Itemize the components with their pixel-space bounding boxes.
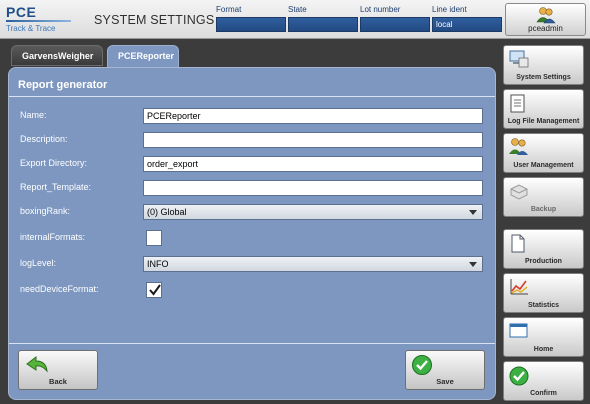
header-bar: PCE Track & Trace SYSTEM SETTINGS Format… bbox=[0, 0, 590, 39]
back-button[interactable]: Back bbox=[18, 350, 98, 390]
format-field: Format bbox=[216, 5, 286, 35]
user-name: pceadmin bbox=[528, 24, 563, 33]
section-title: Report generator bbox=[18, 79, 108, 91]
sidebar-label: Home bbox=[533, 346, 554, 353]
checkmark-icon bbox=[149, 284, 161, 296]
name-row: Name: PCEReporter bbox=[9, 108, 495, 124]
boxing-rank-row: boxingRank: (0) Global bbox=[9, 204, 495, 220]
state-value bbox=[288, 17, 358, 32]
check-icon bbox=[412, 355, 432, 375]
sidebar-label: Backup bbox=[530, 206, 557, 213]
internal-formats-checkbox[interactable] bbox=[146, 230, 162, 246]
export-directory-input[interactable]: order_export bbox=[143, 156, 483, 172]
description-row: Description: bbox=[9, 132, 495, 148]
state-field: State bbox=[288, 5, 358, 35]
report-template-input[interactable] bbox=[143, 180, 483, 196]
users-icon bbox=[535, 7, 556, 24]
description-input[interactable] bbox=[143, 132, 483, 148]
line-ident-label: Line ident bbox=[432, 5, 467, 14]
name-input[interactable]: PCEReporter bbox=[143, 108, 483, 124]
back-label: Back bbox=[49, 377, 67, 386]
backup-icon bbox=[510, 184, 528, 200]
footer-divider bbox=[9, 343, 495, 344]
page-title: SYSTEM SETTINGS bbox=[94, 13, 215, 27]
sidebar-user-management[interactable]: User Management bbox=[503, 133, 584, 173]
save-button[interactable]: Save bbox=[405, 350, 485, 390]
format-label: Format bbox=[216, 5, 242, 14]
boxing-rank-label: boxingRank: bbox=[20, 206, 71, 216]
sidebar-label: Confirm bbox=[530, 390, 557, 397]
user-button[interactable]: pceadmin bbox=[505, 3, 586, 36]
sidebar-production[interactable]: Production bbox=[503, 229, 584, 269]
need-device-format-checkbox[interactable] bbox=[146, 282, 162, 298]
line-ident-value: local bbox=[432, 17, 502, 32]
home-window-icon bbox=[509, 323, 528, 338]
log-level-select[interactable]: INFO bbox=[143, 256, 483, 272]
lot-number-field: Lot number bbox=[360, 5, 430, 35]
sidebar-statistics[interactable]: Statistics bbox=[503, 273, 584, 313]
internal-formats-label: internalFormats: bbox=[20, 232, 86, 242]
section-divider bbox=[9, 96, 495, 97]
sidebar-label: Log File Management bbox=[507, 118, 580, 125]
log-level-row: logLevel: INFO bbox=[9, 256, 495, 272]
chevron-down-icon bbox=[469, 210, 477, 215]
log-level-value: INFO bbox=[147, 259, 169, 269]
save-label: Save bbox=[436, 377, 454, 386]
need-device-format-label: needDeviceFormat: bbox=[20, 284, 99, 294]
logo-title: PCE bbox=[6, 4, 37, 20]
report-generator-panel: Report generator Name: PCEReporter Descr… bbox=[8, 67, 496, 400]
line-ident-field: Line ident local bbox=[432, 5, 502, 35]
users-icon bbox=[509, 138, 528, 155]
sidebar-label: User Management bbox=[513, 162, 574, 169]
lot-number-value bbox=[360, 17, 430, 32]
sidebar-home[interactable]: Home bbox=[503, 317, 584, 357]
log-level-label: logLevel: bbox=[20, 258, 57, 268]
document-icon bbox=[511, 234, 525, 253]
chart-icon bbox=[510, 279, 528, 295]
sidebar-backup[interactable]: Backup bbox=[503, 177, 584, 217]
description-label: Description: bbox=[20, 134, 68, 144]
sidebar-label: Production bbox=[525, 258, 562, 265]
log-file-icon bbox=[510, 94, 525, 113]
logo-subtitle: Track & Trace bbox=[6, 24, 56, 33]
internal-formats-row: internalFormats: bbox=[9, 230, 495, 246]
lot-number-label: Lot number bbox=[360, 5, 401, 14]
boxing-rank-value: (0) Global bbox=[147, 207, 187, 217]
chevron-down-icon bbox=[469, 262, 477, 267]
tab-garvens-weigher[interactable]: GarvensWeigher bbox=[11, 45, 103, 66]
report-template-row: Report_Template: bbox=[9, 180, 495, 196]
sidebar-label: Statistics bbox=[527, 302, 560, 309]
boxing-rank-select[interactable]: (0) Global bbox=[143, 204, 483, 220]
sidebar-log-file-management[interactable]: Log File Management bbox=[503, 89, 584, 129]
back-arrow-icon bbox=[26, 355, 48, 373]
computer-icon bbox=[509, 50, 529, 68]
logo-underline bbox=[6, 20, 71, 22]
export-directory-row: Export Directory: order_export bbox=[9, 156, 495, 172]
format-value bbox=[216, 17, 286, 32]
sidebar-label: System Settings bbox=[516, 74, 571, 81]
sidebar-confirm[interactable]: Confirm bbox=[503, 361, 584, 401]
report-template-label: Report_Template: bbox=[20, 182, 92, 192]
check-icon bbox=[509, 366, 529, 386]
name-label: Name: bbox=[20, 110, 47, 120]
tab-pce-reporter[interactable]: PCEReporter bbox=[107, 45, 179, 68]
need-device-format-row: needDeviceFormat: bbox=[9, 282, 495, 298]
export-directory-label: Export Directory: bbox=[20, 158, 88, 168]
state-label: State bbox=[288, 5, 307, 14]
pce-logo: PCE Track & Trace bbox=[6, 4, 71, 33]
sidebar-system-settings[interactable]: System Settings bbox=[503, 45, 584, 85]
